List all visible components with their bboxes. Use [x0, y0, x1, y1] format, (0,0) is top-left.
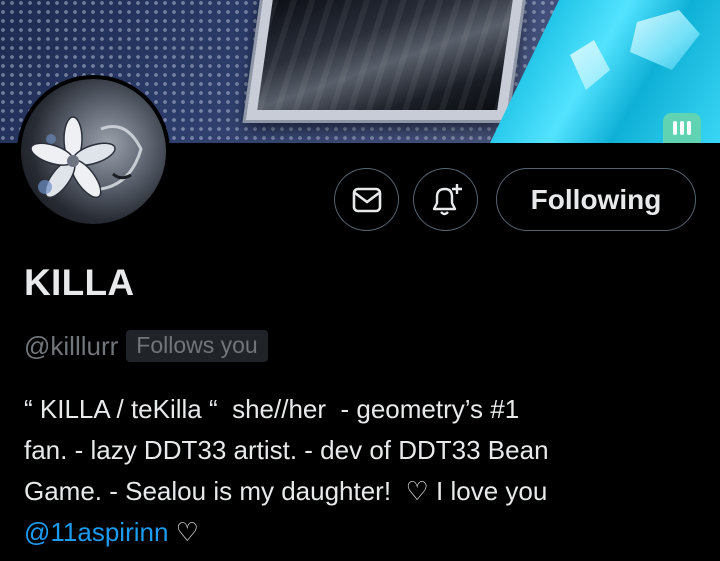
banner-badge-icon	[663, 113, 701, 143]
username-handle: @killlurr	[24, 330, 119, 361]
banner-screen-panel	[245, 0, 525, 120]
envelope-icon	[352, 187, 381, 212]
heart-text: ♡	[168, 517, 199, 547]
bio-line-last: @11aspirinn ♡	[24, 512, 704, 553]
message-button[interactable]	[334, 168, 399, 231]
follows-you-badge: Follows you	[126, 330, 268, 362]
display-name: KILLA	[24, 262, 135, 303]
avatar[interactable]	[17, 75, 170, 228]
following-button[interactable]: Following	[496, 168, 696, 231]
bio-line: fan. - lazy DDT33 artist. - dev of DDT33…	[24, 435, 549, 465]
flower-icon	[30, 116, 143, 199]
mention-link[interactable]: @11aspirinn	[24, 517, 168, 547]
bio-line: “ KILLA / teKilla “ she//her - geometry’…	[24, 394, 520, 424]
bell-plus-icon	[432, 183, 462, 215]
handle-row: @killlurr Follows you	[24, 330, 268, 362]
notifications-button[interactable]	[413, 168, 478, 231]
bio-line: Game. - Sealou is my daughter! ♡ I love …	[24, 476, 548, 506]
bio: “ KILLA / teKilla “ she//her - geometry’…	[24, 389, 704, 553]
